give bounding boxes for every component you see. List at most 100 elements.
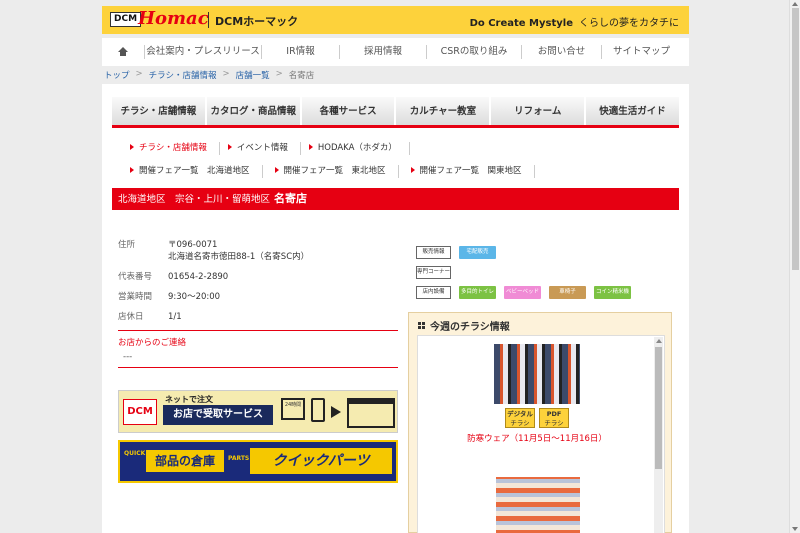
subnav-flyers[interactable]: チラシ・店舗情報	[130, 142, 220, 155]
quick-parts-banner[interactable]: QUICK 部品の倉庫 PARTS クイックパーツ	[118, 440, 398, 483]
fair-tohoku[interactable]: 開催フェア一覧 東北地区	[274, 165, 399, 178]
flyer-caption[interactable]: 防寒ウェア（11月5日～11月16日）	[418, 432, 656, 444]
phone-label: 代表番号	[118, 272, 153, 282]
corner-row: 専門コーナー	[416, 264, 631, 280]
online-order-banner[interactable]: DCM ネットで注文 お店で受取サービス 24時間	[118, 390, 398, 433]
flyer-thumbnail[interactable]	[496, 477, 580, 533]
delivery-sales-tag: 宅配販売	[459, 245, 496, 259]
holiday-row: 店休日 1/1	[118, 311, 398, 323]
service-icons: 販売情報 宅配販売 専門コーナー 店内設備 多目的トイレ ベビーベッド 車椅子 …	[416, 244, 631, 304]
arrow-icon	[130, 144, 134, 150]
subnav-hodaka[interactable]: HODAKA（ホダカ）	[308, 142, 410, 155]
scroll-down-icon[interactable]	[792, 527, 798, 531]
tab-flyers-stores[interactable]: チラシ・店舗情報	[112, 97, 207, 125]
parts-label: PARTS	[228, 455, 250, 462]
nav-csr[interactable]: CSRの取り組み	[426, 45, 521, 59]
phone-row: 代表番号 01654-2-2890	[118, 271, 398, 283]
subnav-events[interactable]: イベント情報	[227, 142, 301, 155]
weekly-flyer-panel: 今週のチラシ情報 デジタル チラシ PDF チラシ 防寒ウェア（11月5日～11月1…	[408, 312, 672, 533]
phone-icon	[311, 398, 325, 422]
pdf-flyer-button[interactable]: PDF チラシ	[539, 408, 569, 428]
scroll-thumb[interactable]	[655, 347, 662, 469]
tab-reform[interactable]: リフォーム	[491, 97, 587, 125]
arrow-icon	[274, 167, 279, 173]
arrow-icon	[410, 167, 415, 173]
flyer-list[interactable]: デジタル チラシ PDF チラシ 防寒ウェア（11月5日～11月16日）	[417, 335, 665, 533]
nav-recruit[interactable]: 採用情報	[339, 45, 426, 59]
flyer-thumbnail[interactable]	[494, 344, 580, 404]
flyer-heading: 今週のチラシ情報	[418, 318, 510, 333]
scroll-up-icon[interactable]	[792, 2, 798, 6]
tagline-en: Do Create Mystyle	[469, 18, 573, 29]
main-content: チラシ・店舗情報 カタログ・商品情報 各種サービス カルチャー教室 リフォーム …	[102, 84, 689, 533]
holiday-label: 店休日	[118, 312, 144, 322]
address-text: 北海道名寄市徳田88-1（名寄SC内）	[168, 252, 310, 262]
digital-flyer-button[interactable]: デジタル チラシ	[505, 408, 535, 428]
fair-hokkaido[interactable]: 開催フェア一覧 北海道地区	[130, 165, 263, 178]
notice-title: お店からのご連絡	[118, 338, 187, 348]
store-icon	[347, 398, 395, 428]
nav-company[interactable]: 会社案内・プレスリリース	[144, 45, 261, 59]
home-icon	[118, 47, 128, 56]
button-label: チラシ	[510, 419, 530, 427]
homac-logo[interactable]: Homac	[138, 9, 209, 29]
tab-guide[interactable]: 快適生活ガイド	[586, 97, 679, 125]
category-tabs: チラシ・店舗情報 カタログ・商品情報 各種サービス カルチャー教室 リフォーム …	[112, 97, 679, 128]
subnav-label: イベント情報	[236, 143, 288, 153]
arrow-icon	[130, 167, 134, 173]
wheelchair-tag: 車椅子	[549, 285, 586, 299]
holiday-value: 1/1	[168, 312, 182, 322]
scroll-up-icon[interactable]	[656, 339, 662, 343]
arrow-right-icon	[331, 406, 341, 418]
scroll-thumb[interactable]	[792, 8, 799, 270]
global-nav: 会社案内・プレスリリース IR情報 採用情報 CSRの取り組み お問い合せ サイ…	[102, 38, 689, 66]
home-link[interactable]	[102, 45, 144, 59]
facility-label: 店内設備	[416, 285, 451, 299]
store-info: 住所 〒096-0071 北海道名寄市徳田88-1（名寄SC内） 代表番号 016…	[118, 239, 398, 331]
breadcrumb-flyers[interactable]: チラシ・店舗情報	[149, 69, 217, 81]
fair-label: 開催フェア一覧 関東地区	[419, 166, 522, 176]
flyer-title: 今週のチラシ情報	[430, 322, 510, 333]
address-value: 〒096-0071 北海道名寄市徳田88-1（名寄SC内）	[168, 239, 309, 263]
button-label: チラシ	[544, 419, 564, 427]
arrow-icon	[308, 144, 313, 150]
site-header: DCM Homac DCMホーマック Do Create Mystyle くらしの…	[102, 6, 689, 34]
tab-catalog[interactable]: カタログ・商品情報	[207, 97, 302, 125]
breadcrumb-top[interactable]: トップ	[104, 69, 130, 81]
store-name: 名寄店	[274, 192, 308, 205]
fair-nav: 開催フェア一覧 北海道地区 開催フェア一覧 東北地区 開催フェア一覧 関東地区	[130, 165, 543, 178]
page-scrollbar[interactable]	[789, 0, 800, 533]
grid-icon	[418, 322, 425, 329]
flyer-scrollbar[interactable]	[654, 337, 663, 533]
nav-contact[interactable]: お問い合せ	[521, 45, 601, 59]
brand-name-jp: DCMホーマック	[215, 15, 299, 28]
sales-info-label: 販売情報	[416, 245, 451, 259]
nav-ir[interactable]: IR情報	[261, 45, 339, 59]
quick-label: QUICK	[124, 450, 146, 457]
tagline-jp: くらしの夢をカタチに	[579, 18, 679, 29]
toilet-tag: 多目的トイレ	[459, 285, 496, 299]
tagline: Do Create Mystyle くらしの夢をカタチに	[470, 14, 679, 29]
logo-divider	[208, 12, 209, 28]
banner-title: お店で受取サービス	[163, 405, 273, 425]
address-row: 住所 〒096-0071 北海道名寄市徳田88-1（名寄SC内）	[118, 239, 398, 263]
subnav-label: HODAKA（ホダカ）	[317, 143, 397, 153]
fair-label: 開催フェア一覧 北海道地区	[139, 166, 250, 176]
hours-row: 営業時間 9:30～20:00	[118, 291, 398, 303]
nav-sitemap[interactable]: サイトマップ	[601, 45, 681, 59]
sales-row: 販売情報 宅配販売	[416, 244, 631, 260]
dcm-logo[interactable]: DCM	[110, 12, 142, 27]
notice-value: ---	[123, 352, 133, 362]
breadcrumb-sep: >	[135, 69, 143, 79]
postal-code: 〒096-0071	[168, 240, 218, 250]
tab-services[interactable]: 各種サービス	[302, 97, 397, 125]
fair-label: 開催フェア一覧 東北地区	[283, 166, 386, 176]
store-region: 北海道地区 宗谷・上川・留萌地区	[118, 194, 271, 205]
sub-nav: チラシ・店舗情報 イベント情報 HODAKA（ホダカ）	[130, 142, 418, 155]
dcm-online-logo: DCM	[123, 399, 157, 425]
tab-culture[interactable]: カルチャー教室	[396, 97, 492, 125]
breadcrumb-store-list[interactable]: 店舗一覧	[236, 69, 270, 81]
fair-kanto[interactable]: 開催フェア一覧 関東地区	[410, 165, 535, 178]
facility-row: 店内設備 多目的トイレ ベビーベッド 車椅子 コイン精米機	[416, 284, 631, 300]
address-label: 住所	[118, 240, 136, 250]
